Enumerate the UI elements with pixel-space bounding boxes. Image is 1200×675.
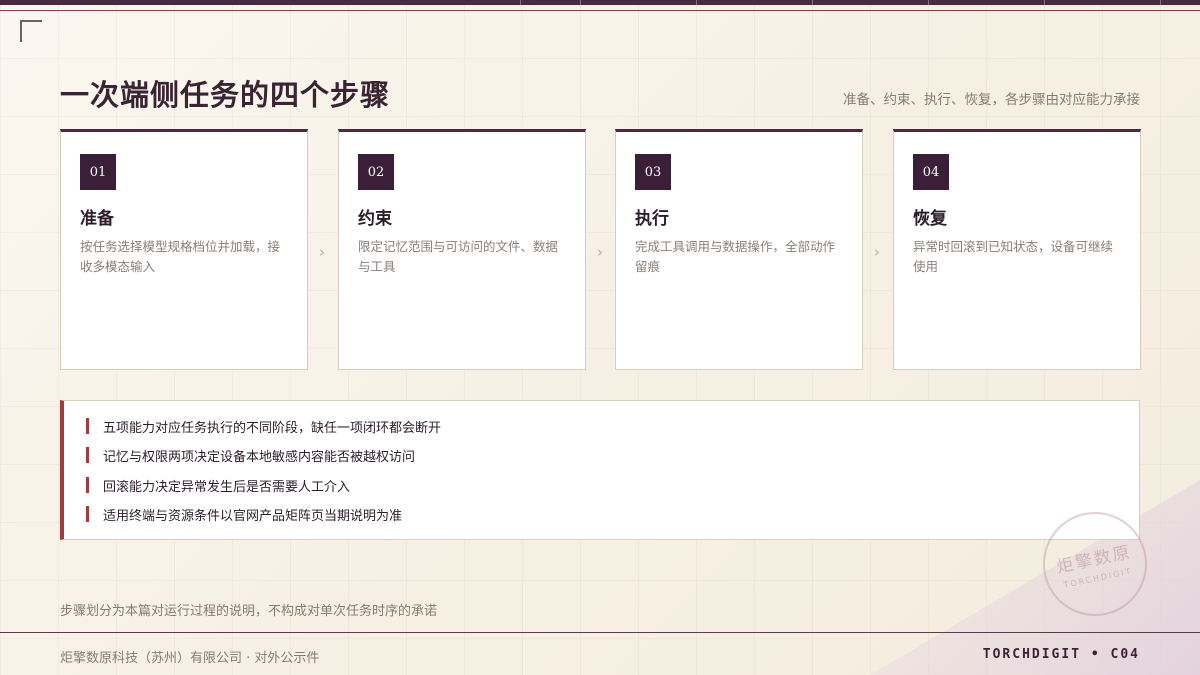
note-text: 适用终端与资源条件以官网产品矩阵页当期说明为准 bbox=[103, 508, 403, 524]
note-marker bbox=[86, 418, 89, 434]
note-item: 记忆与权限两项决定设备本地敏感内容能否被越权访问 bbox=[86, 446, 416, 465]
page-subtitle: 准备、约束、执行、恢复，各步骤由对应能力承接 bbox=[843, 92, 1140, 108]
step-number: 02 bbox=[358, 154, 394, 190]
note-item: 五项能力对应任务执行的不同阶段，缺任一项闭环都会断开 bbox=[86, 417, 442, 436]
step-description: 按任务选择模型规格档位并加载，接收多模态输入 bbox=[80, 239, 281, 274]
step-number: 01 bbox=[80, 154, 116, 190]
step-number: 03 bbox=[635, 154, 671, 190]
step-title: 恢复 bbox=[913, 209, 947, 229]
note-text: 五项能力对应任务执行的不同阶段，缺任一项闭环都会断开 bbox=[103, 420, 442, 436]
page-title: 一次端侧任务的四个步骤 bbox=[60, 78, 391, 112]
step-title: 约束 bbox=[358, 209, 392, 229]
chevron-right-icon: › bbox=[318, 243, 326, 261]
notes-panel: 五项能力对应任务执行的不同阶段，缺任一项闭环都会断开 记忆与权限两项决定设备本地… bbox=[60, 400, 1140, 540]
footer-divider bbox=[0, 632, 1200, 633]
footnote: 步骤划分为本篇对运行过程的说明，不构成对单次任务时序的承诺 bbox=[60, 604, 438, 619]
step-description: 异常时回滚到已知状态，设备可继续使用 bbox=[913, 239, 1114, 274]
note-item: 适用终端与资源条件以官网产品矩阵页当期说明为准 bbox=[86, 505, 403, 524]
note-text: 回滚能力决定异常发生后是否需要人工介入 bbox=[103, 479, 351, 495]
top-bar bbox=[0, 0, 1200, 5]
chevron-right-icon: › bbox=[596, 243, 604, 261]
note-marker bbox=[86, 477, 89, 493]
step-title: 执行 bbox=[635, 209, 669, 229]
footer-company: 炬擎数原科技（苏州）有限公司 · 对外公示件 bbox=[60, 651, 320, 666]
step-card: 02 约束 限定记忆范围与可访问的文件、数据与工具 bbox=[338, 129, 586, 370]
step-description: 完成工具调用与数据操作，全部动作留痕 bbox=[635, 239, 836, 274]
note-text: 记忆与权限两项决定设备本地敏感内容能否被越权访问 bbox=[103, 449, 416, 465]
corner-bracket-icon bbox=[20, 20, 42, 42]
step-card: 04 恢复 异常时回滚到已知状态，设备可继续使用 bbox=[893, 129, 1141, 370]
step-description: 限定记忆范围与可访问的文件、数据与工具 bbox=[358, 239, 559, 274]
note-item: 回滚能力决定异常发生后是否需要人工介入 bbox=[86, 476, 351, 495]
note-marker bbox=[86, 506, 89, 522]
footer-page-code: TORCHDIGIT • C04 bbox=[982, 647, 1140, 662]
step-number: 04 bbox=[913, 154, 949, 190]
step-card: 01 准备 按任务选择模型规格档位并加载，接收多模态输入 bbox=[60, 129, 308, 370]
top-divider bbox=[0, 10, 1200, 11]
note-marker bbox=[86, 447, 89, 463]
step-card: 03 执行 完成工具调用与数据操作，全部动作留痕 bbox=[615, 129, 863, 370]
chevron-right-icon: › bbox=[873, 243, 881, 261]
step-title: 准备 bbox=[80, 209, 114, 229]
